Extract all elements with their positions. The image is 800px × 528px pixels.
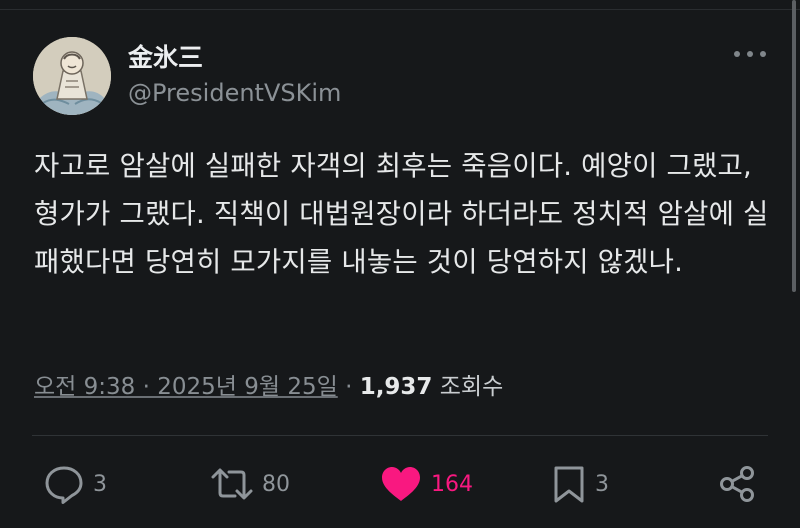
more-dot-icon xyxy=(734,51,740,57)
retweet-count: 80 xyxy=(262,471,290,497)
tweet-meta: 오전 9:38 · 2025년 9월 25일 · 1,937 조회수 xyxy=(34,367,503,401)
more-dot-icon xyxy=(760,51,766,57)
heart-icon xyxy=(382,467,420,501)
like-button[interactable]: 164 xyxy=(379,462,473,506)
bookmark-count: 3 xyxy=(595,471,609,497)
reply-button[interactable]: 3 xyxy=(43,462,107,506)
reply-count: 3 xyxy=(93,471,107,497)
tweet-timestamp[interactable]: 오전 9:38 · 2025년 9월 25일 xyxy=(34,374,338,400)
avatar[interactable] xyxy=(33,37,111,115)
actions-divider xyxy=(32,435,768,436)
bookmark-button[interactable]: 3 xyxy=(551,462,609,506)
views-count[interactable]: 1,937 xyxy=(360,374,433,400)
author-handle[interactable]: @PresidentVSKim xyxy=(128,79,341,107)
share-icon xyxy=(720,466,754,502)
share-button[interactable] xyxy=(718,462,758,506)
more-dot-icon xyxy=(747,51,753,57)
tweet-text: 자고로 암살에 실패한 자객의 최후는 죽음이다. 예양이 그랬고, 형가가 그… xyxy=(34,150,769,278)
action-bar: 3 80 164 3 xyxy=(0,462,800,506)
reply-icon xyxy=(45,466,83,504)
author-name[interactable]: 金氷三 xyxy=(128,38,203,74)
retweet-icon xyxy=(211,468,253,500)
views-label: 조회수 xyxy=(439,374,504,400)
more-options-button[interactable] xyxy=(734,42,766,66)
meta-separator: · xyxy=(345,374,353,400)
avatar-image xyxy=(33,37,111,115)
scrollbar[interactable] xyxy=(792,0,796,292)
tweet-detail: 金氷三 @PresidentVSKim 자고로 암살에 실패한 자객의 최후는 … xyxy=(0,0,800,528)
bookmark-icon xyxy=(554,466,584,503)
top-divider xyxy=(0,9,800,10)
like-count: 164 xyxy=(431,471,473,497)
retweet-button[interactable]: 80 xyxy=(210,462,290,506)
